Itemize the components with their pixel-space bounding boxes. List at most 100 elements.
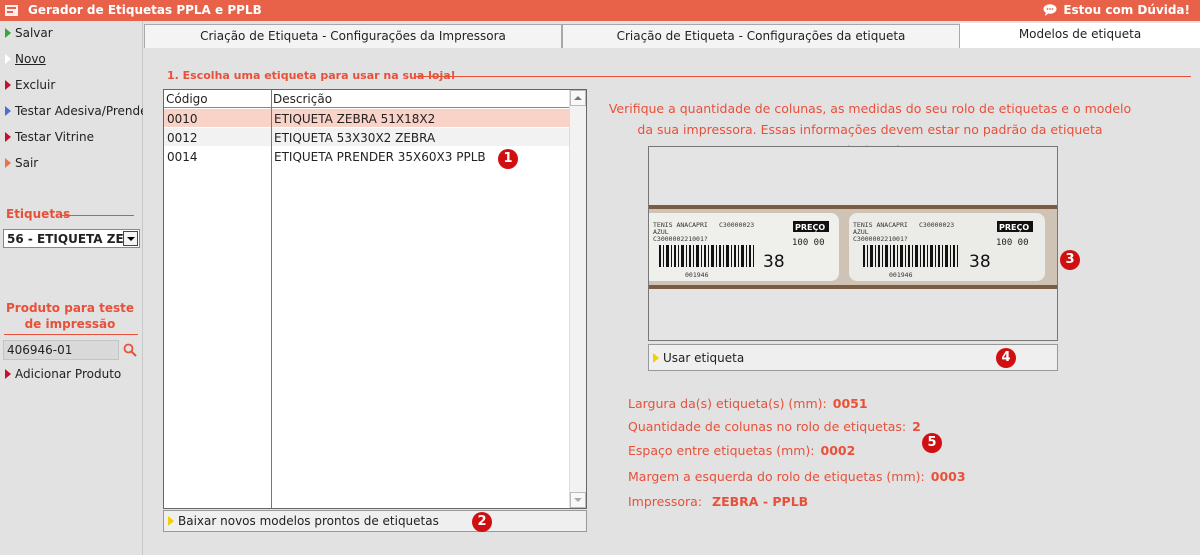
download-models-label: Baixar novos modelos prontos de etiqueta…	[178, 514, 439, 528]
spec-value: 2	[912, 419, 921, 434]
step-badge-3: 3	[1060, 250, 1080, 270]
delete-button[interactable]: Excluir	[5, 75, 55, 95]
spec-value: 0003	[930, 469, 966, 484]
labels-grid: Código Descrição 0010 ETIQUETA ZEBRA 51X…	[163, 89, 587, 509]
label-size-text: 38	[763, 252, 785, 272]
label-size-text: 38	[969, 252, 991, 272]
spec-columns: Quantidade de colunas no rolo de etiquet…	[628, 419, 921, 434]
save-label: Salvar	[15, 26, 53, 40]
play-icon	[653, 352, 659, 363]
test-adhesive-button[interactable]: Testar Adesiva/Prender	[5, 101, 152, 121]
info-line-1: Verifique a quantidade de colunas, as me…	[608, 101, 1132, 116]
app-logo-icon	[5, 5, 18, 16]
section-title: 1. Escolha uma etiqueta para usar na sua…	[167, 69, 456, 82]
spec-label: Margem a esquerda do rolo de etiquetas (…	[628, 469, 925, 484]
label-ref-text: 001946	[685, 271, 709, 279]
chat-bubble-icon	[1043, 4, 1057, 16]
new-button[interactable]: Novo	[5, 49, 46, 69]
add-product-button[interactable]: Adicionar Produto	[5, 364, 121, 384]
divider	[62, 215, 134, 216]
play-icon	[5, 132, 11, 142]
spec-width: Largura da(s) etiqueta(s) (mm): 0051	[628, 396, 868, 411]
label-preview: TENIS ANACAPRI C30000023 AZUL C300000221…	[643, 146, 1058, 341]
spec-label: Impressora:	[628, 494, 703, 509]
exit-label: Sair	[15, 156, 39, 170]
row-description: ETIQUETA 53X30X2 ZEBRA	[274, 131, 436, 145]
product-title-line1: Produto para teste	[5, 301, 135, 315]
test-adhesive-label: Testar Adesiva/Prender	[15, 104, 153, 118]
row-description: ETIQUETA ZEBRA 51X18X2	[274, 112, 436, 126]
help-link[interactable]: Estou com Dúvida!	[1043, 3, 1190, 17]
add-product-label: Adicionar Produto	[15, 367, 122, 381]
use-label-label: Usar etiqueta	[663, 350, 745, 365]
step-badge-5: 5	[922, 433, 942, 453]
label-ref-text: 001946	[889, 271, 913, 279]
spec-label: Quantidade de colunas no rolo de etiquet…	[628, 419, 907, 434]
tab-label-models[interactable]: Modelos de etiqueta	[960, 23, 1200, 48]
vertical-scrollbar[interactable]	[569, 90, 586, 508]
product-title-line2: de impressão	[24, 317, 116, 331]
play-icon	[5, 80, 11, 90]
label-preview-image: TENIS ANACAPRI C30000023 AZUL C300000221…	[643, 205, 1057, 289]
row-description: ETIQUETA PRENDER 35X60X3 PPLB	[274, 150, 486, 164]
play-icon	[5, 106, 11, 116]
spec-value: ZEBRA - PPLB	[712, 494, 809, 509]
label-code-text: C30000023	[919, 221, 954, 229]
title-bar: Gerador de Etiquetas PPLA e PPLB Estou c…	[0, 0, 1200, 21]
tab-printer-config[interactable]: Criação de Etiqueta - Configurações da I…	[144, 24, 562, 48]
etiquetas-selected: 56 - ETIQUETA ZEBRA 51X18X2	[7, 232, 123, 246]
test-window-button[interactable]: Testar Vitrine	[5, 127, 94, 147]
spec-value: 0002	[820, 443, 856, 458]
download-models-button[interactable]: Baixar novos modelos prontos de etiqueta…	[163, 510, 587, 532]
label-price-text: 100 00	[792, 238, 825, 248]
spec-spacing: Espaço entre etiquetas (mm): 0002	[628, 443, 855, 458]
tab-label-config[interactable]: Criação de Etiqueta - Configurações da e…	[562, 24, 960, 48]
row-code: 0010	[167, 112, 198, 126]
row-code: 0014	[167, 150, 198, 164]
spec-margin: Margem a esquerda do rolo de etiquetas (…	[628, 469, 966, 484]
product-test-title: Produto para teste de impressão	[0, 300, 140, 332]
play-icon	[5, 158, 11, 168]
tab-bar: Criação de Etiqueta - Configurações da I…	[143, 21, 1200, 48]
etiquetas-label: Etiquetas	[6, 207, 71, 221]
column-header-description[interactable]: Descrição	[273, 92, 332, 106]
divider	[4, 334, 138, 335]
label-photo: TENIS ANACAPRI C30000023 AZUL C300000221…	[643, 205, 1057, 289]
delete-label: Excluir	[15, 78, 56, 92]
label-price-tag: PREÇO	[795, 223, 825, 232]
search-icon[interactable]	[123, 343, 137, 357]
play-icon	[5, 54, 11, 64]
spec-label: Espaço entre etiquetas (mm):	[628, 443, 815, 458]
product-code-input[interactable]: 406946-01	[3, 340, 119, 360]
app-title: Gerador de Etiquetas PPLA e PPLB	[28, 3, 262, 17]
chevron-down-icon[interactable]	[123, 231, 138, 246]
divider	[416, 76, 1191, 77]
test-window-label: Testar Vitrine	[15, 130, 94, 144]
label-barcode-text: C300000221001?	[853, 235, 908, 243]
row-code: 0012	[167, 131, 198, 145]
label-barcode-text: C300000221001?	[653, 235, 708, 243]
column-header-code[interactable]: Código	[166, 92, 208, 106]
play-icon	[168, 516, 174, 526]
scroll-down-icon[interactable]	[570, 492, 586, 508]
step-badge-1: 1	[498, 149, 518, 169]
play-icon	[5, 369, 11, 379]
label-price-tag: PREÇO	[999, 223, 1029, 232]
new-label: Novo	[15, 52, 46, 66]
label-code-text: C30000023	[719, 221, 754, 229]
table-row[interactable]: 0010 ETIQUETA ZEBRA 51X18X2	[164, 109, 569, 127]
step-badge-2: 2	[472, 512, 492, 532]
step-badge-4: 4	[996, 348, 1016, 368]
spec-value: 0051	[832, 396, 868, 411]
etiquetas-select[interactable]: 56 - ETIQUETA ZEBRA 51X18X2	[3, 229, 140, 248]
table-row[interactable]: 0012 ETIQUETA 53X30X2 ZEBRA	[164, 128, 569, 146]
column-divider	[271, 90, 272, 508]
scroll-up-icon[interactable]	[570, 90, 586, 106]
save-button[interactable]: Salvar	[5, 23, 53, 43]
spec-label: Largura da(s) etiqueta(s) (mm):	[628, 396, 827, 411]
help-label: Estou com Dúvida!	[1063, 3, 1190, 17]
label-price-text: 100 00	[996, 238, 1029, 248]
exit-button[interactable]: Sair	[5, 153, 38, 173]
spec-printer: Impressora: ZEBRA - PPLB	[628, 494, 808, 509]
grid-header: Código Descrição	[164, 90, 569, 108]
